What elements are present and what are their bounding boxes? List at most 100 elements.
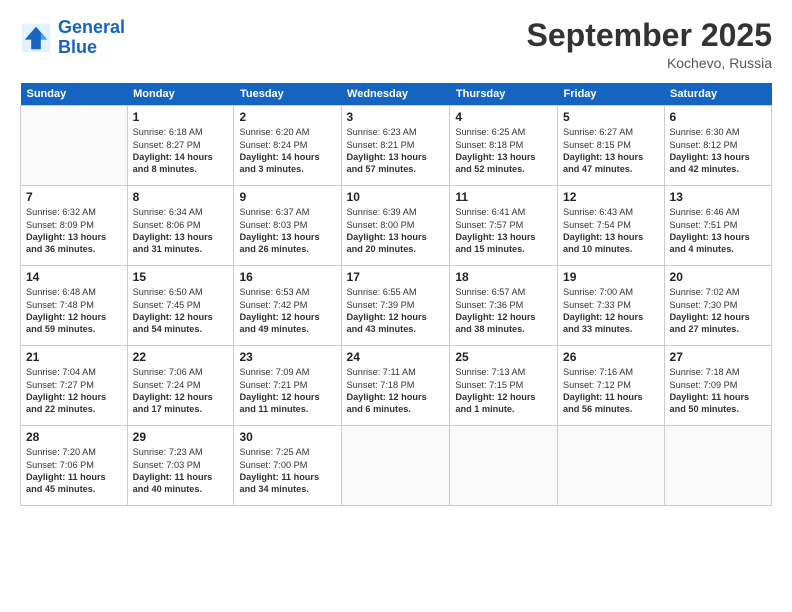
calendar-day: 2Sunrise: 6:20 AMSunset: 8:24 PMDaylight…: [234, 106, 341, 186]
day-info: Sunrise: 6:46 AMSunset: 7:51 PMDaylight:…: [670, 206, 766, 256]
sunrise: Sunrise: 6:18 AM: [133, 127, 203, 137]
day-number: 23: [239, 350, 335, 364]
calendar-day: 14Sunrise: 6:48 AMSunset: 7:48 PMDayligh…: [21, 266, 128, 346]
calendar-day: 19Sunrise: 7:00 AMSunset: 7:33 PMDayligh…: [558, 266, 665, 346]
day-number: 13: [670, 190, 766, 204]
sunset: Sunset: 7:06 PM: [26, 460, 94, 470]
location: Kochevo, Russia: [527, 55, 772, 71]
month-title: September 2025: [527, 18, 772, 53]
calendar-day: 23Sunrise: 7:09 AMSunset: 7:21 PMDayligh…: [234, 346, 341, 426]
day-number: 14: [26, 270, 122, 284]
sunrise: Sunrise: 6:41 AM: [455, 207, 525, 217]
sunset: Sunset: 7:30 PM: [670, 300, 738, 310]
day-info: Sunrise: 7:04 AMSunset: 7:27 PMDaylight:…: [26, 366, 122, 416]
sunset: Sunset: 7:18 PM: [347, 380, 415, 390]
week-row-5: 28Sunrise: 7:20 AMSunset: 7:06 PMDayligh…: [21, 426, 772, 506]
daylight-hours: Daylight: 14 hours and 8 minutes.: [133, 152, 213, 174]
daylight-hours: Daylight: 11 hours and 34 minutes.: [239, 472, 319, 494]
daylight-hours: Daylight: 13 hours and 31 minutes.: [133, 232, 213, 254]
sunset: Sunset: 7:42 PM: [239, 300, 307, 310]
day-number: 7: [26, 190, 122, 204]
sunrise: Sunrise: 7:11 AM: [347, 367, 416, 377]
day-info: Sunrise: 6:37 AMSunset: 8:03 PMDaylight:…: [239, 206, 335, 256]
day-info: Sunrise: 7:02 AM Sunset: 7:30 PM Daylight:…: [670, 286, 766, 336]
sunrise: Sunrise: 7:25 AM: [239, 447, 309, 457]
calendar-day: 29Sunrise: 7:23 AMSunset: 7:03 PMDayligh…: [127, 426, 234, 506]
week-row-2: 7 Sunrise: 6:32 AMSunset: 8:09 PMDaylight…: [21, 186, 772, 266]
calendar-day: 13 Sunrise: 6:46 AMSunset: 7:51 PMDayligh…: [664, 186, 771, 266]
page: General Blue September 2025 Kochevo, Rus…: [0, 0, 792, 612]
daylight-hours: Daylight: 12 hours and 38 minutes.: [455, 312, 535, 334]
sunrise: Sunrise: 6:43 AM: [563, 207, 633, 217]
col-monday: Monday: [127, 83, 234, 106]
sunrise: Sunrise: 7:23 AM: [133, 447, 203, 457]
sunset: Sunset: 7:39 PM: [347, 300, 415, 310]
daylight-hours: Daylight: 13 hours and 15 minutes.: [455, 232, 535, 254]
sunset: Sunset: 8:00 PM: [347, 220, 415, 230]
calendar-day: 16Sunrise: 6:53 AMSunset: 7:42 PMDayligh…: [234, 266, 341, 346]
sunset: Sunset: 7:36 PM: [455, 300, 523, 310]
day-info: Sunrise: 6:32 AMSunset: 8:09 PMDaylight:…: [26, 206, 122, 256]
sunset: Sunset: 7:54 PM: [563, 220, 631, 230]
calendar-day: 8Sunrise: 6:34 AMSunset: 8:06 PMDaylight…: [127, 186, 234, 266]
sunset: Sunset: 8:12 PM: [670, 140, 738, 150]
calendar-day: 30Sunrise: 7:25 AMSunset: 7:00 PMDayligh…: [234, 426, 341, 506]
week-row-1: 1Sunrise: 6:18 AMSunset: 8:27 PMDaylight…: [21, 106, 772, 186]
sunset: Sunset: 7:48 PM: [26, 300, 94, 310]
day-info: Sunrise: 7:13 AMSunset: 7:15 PMDaylight:…: [455, 366, 552, 416]
col-thursday: Thursday: [450, 83, 558, 106]
sunrise: Sunrise: 6:55 AM: [347, 287, 417, 297]
sunrise: Sunrise: 6:48 AM: [26, 287, 96, 297]
day-number: 25: [455, 350, 552, 364]
daylight-hours: Daylight: 12 hours and 27 minutes.: [670, 312, 750, 334]
day-number: 5: [563, 110, 659, 124]
sunset: Sunset: 7:27 PM: [26, 380, 94, 390]
sunset: Sunset: 7:12 PM: [563, 380, 631, 390]
day-info: Sunrise: 6:39 AMSunset: 8:00 PMDaylight:…: [347, 206, 445, 256]
sunrise: Sunrise: 6:53 AM: [239, 287, 309, 297]
day-info: Sunrise: 6:57 AMSunset: 7:36 PMDaylight:…: [455, 286, 552, 336]
calendar-day: 12Sunrise: 6:43 AMSunset: 7:54 PMDayligh…: [558, 186, 665, 266]
day-number: 27: [670, 350, 766, 364]
calendar-day: 5Sunrise: 6:27 AMSunset: 8:15 PMDaylight…: [558, 106, 665, 186]
sunrise: Sunrise: 6:27 AM: [563, 127, 633, 137]
sunrise: Sunrise: 7:04 AM: [26, 367, 96, 377]
sunset: Sunset: 7:15 PM: [455, 380, 523, 390]
sunrise: Sunrise: 6:39 AM: [347, 207, 417, 217]
day-number: 1: [133, 110, 229, 124]
day-info: Sunrise: 6:30 AMSunset: 8:12 PMDaylight:…: [670, 126, 766, 176]
calendar-day: 10Sunrise: 6:39 AMSunset: 8:00 PMDayligh…: [341, 186, 450, 266]
logo-icon: [20, 22, 52, 54]
sunrise: Sunrise: 7:02 AM: [670, 287, 740, 297]
sunset: Sunset: 8:24 PM: [239, 140, 307, 150]
daylight-hours: Daylight: 11 hours and 40 minutes.: [133, 472, 213, 494]
sunrise: Sunrise: 7:00 AM: [563, 287, 633, 297]
day-number: 15: [133, 270, 229, 284]
day-number: 30: [239, 430, 335, 444]
sunset: Sunset: 8:18 PM: [455, 140, 523, 150]
day-info: Sunrise: 6:34 AMSunset: 8:06 PMDaylight:…: [133, 206, 229, 256]
header: General Blue September 2025 Kochevo, Rus…: [20, 18, 772, 71]
sunrise: Sunrise: 6:46 AM: [670, 207, 740, 217]
day-info: Sunrise: 7:23 AMSunset: 7:03 PMDaylight:…: [133, 446, 229, 496]
daylight-hours: Daylight: 13 hours and 52 minutes.: [455, 152, 535, 174]
calendar-day: 26Sunrise: 7:16 AMSunset: 7:12 PMDayligh…: [558, 346, 665, 426]
logo: General Blue: [20, 18, 125, 58]
daylight-hours: Daylight: 13 hours and 47 minutes.: [563, 152, 643, 174]
day-number: 17: [347, 270, 445, 284]
day-info: Sunrise: 6:23 AMSunset: 8:21 PMDaylight:…: [347, 126, 445, 176]
calendar-day: 20Sunrise: 7:02 AMSunset: 7:30 PMDayligh…: [664, 266, 771, 346]
sunrise: Sunrise: 6:34 AM: [133, 207, 203, 217]
day-info: Sunrise: 6:53 AMSunset: 7:42 PMDaylight:…: [239, 286, 335, 336]
day-info: Sunrise: 6:55 AM Sunset: 7:39 PM Daylight:…: [347, 286, 445, 336]
day-number: 21: [26, 350, 122, 364]
sunrise: Sunrise: 6:50 AM: [133, 287, 203, 297]
calendar-day: 24Sunrise: 7:11 AMSunset: 7:18 PMDayligh…: [341, 346, 450, 426]
sunrise: Sunrise: 6:20 AM: [239, 127, 309, 137]
sunset: Sunset: 8:03 PM: [239, 220, 307, 230]
day-number: 11: [455, 190, 552, 204]
calendar-day: 18Sunrise: 6:57 AMSunset: 7:36 PMDayligh…: [450, 266, 558, 346]
daylight-hours: Daylight: 12 hours and 43 minutes.: [347, 312, 427, 334]
calendar-day: 28Sunrise: 7:20 AMSunset: 7:06 PMDayligh…: [21, 426, 128, 506]
sunrise: Sunrise: 7:16 AM: [563, 367, 633, 377]
